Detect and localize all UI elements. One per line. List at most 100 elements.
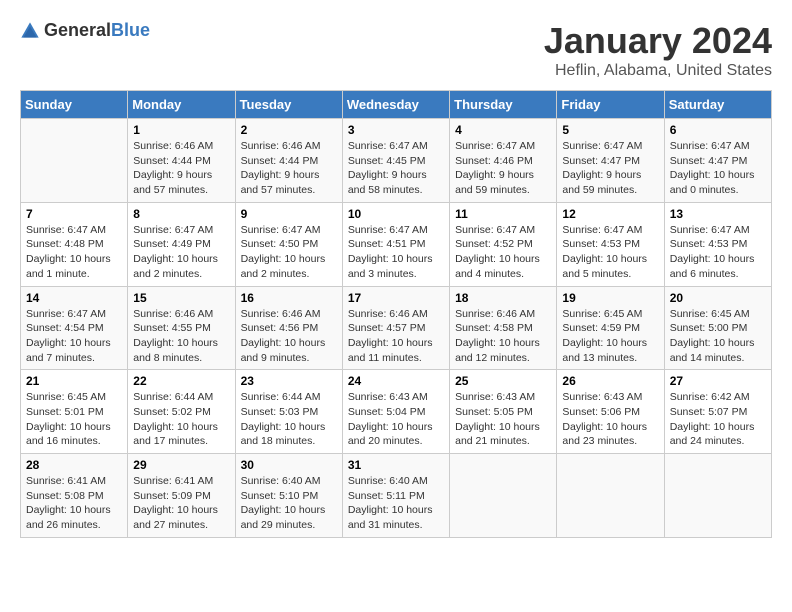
calendar-cell: 27Sunrise: 6:42 AM Sunset: 5:07 PM Dayli…: [664, 370, 771, 454]
calendar-cell: 4 Sunrise: 6:47 AM Sunset: 4:46 PM Daylig…: [450, 119, 557, 203]
day-number: 30: [241, 458, 337, 472]
day-number: 31: [348, 458, 444, 472]
calendar-cell: 7 Sunrise: 6:47 AM Sunset: 4:48 PM Daylig…: [21, 202, 128, 286]
day-number: 15: [133, 291, 229, 305]
day-info: Sunrise: 6:46 AM Sunset: 4:55 PM Dayligh…: [133, 307, 229, 366]
day-number: 8: [133, 207, 229, 221]
day-number: 7: [26, 207, 122, 221]
day-number: 10: [348, 207, 444, 221]
day-info: Sunrise: 6:47 AM Sunset: 4:52 PM Dayligh…: [455, 223, 551, 282]
day-number: 11: [455, 207, 551, 221]
logo-general: General: [44, 20, 111, 40]
day-number: 17: [348, 291, 444, 305]
day-info: Sunrise: 6:45 AM Sunset: 4:59 PM Dayligh…: [562, 307, 658, 366]
day-info: Sunrise: 6:46 AM Sunset: 4:56 PM Dayligh…: [241, 307, 337, 366]
day-info: Sunrise: 6:47 AM Sunset: 4:47 PM Dayligh…: [670, 139, 766, 198]
day-info: Sunrise: 6:47 AM Sunset: 4:54 PM Dayligh…: [26, 307, 122, 366]
day-number: 16: [241, 291, 337, 305]
day-info: Sunrise: 6:45 AM Sunset: 5:00 PM Dayligh…: [670, 307, 766, 366]
calendar-cell: 13 Sunrise: 6:47 AM Sunset: 4:53 PM Dayli…: [664, 202, 771, 286]
calendar-cell: 21 Sunrise: 6:45 AM Sunset: 5:01 PM Dayli…: [21, 370, 128, 454]
calendar-cell: 1Sunrise: 6:46 AM Sunset: 4:44 PM Daylig…: [128, 119, 235, 203]
calendar-cell: 24Sunrise: 6:43 AM Sunset: 5:04 PM Dayli…: [342, 370, 449, 454]
day-number: 19: [562, 291, 658, 305]
day-info: Sunrise: 6:46 AM Sunset: 4:44 PM Dayligh…: [133, 139, 229, 198]
day-info: Sunrise: 6:47 AM Sunset: 4:46 PM Dayligh…: [455, 139, 551, 198]
calendar-cell: 28 Sunrise: 6:41 AM Sunset: 5:08 PM Dayli…: [21, 454, 128, 538]
calendar-cell: 15 Sunrise: 6:46 AM Sunset: 4:55 PM Dayli…: [128, 286, 235, 370]
calendar-table: SundayMondayTuesdayWednesdayThursdayFrid…: [20, 90, 772, 538]
calendar-cell: 5 Sunrise: 6:47 AM Sunset: 4:47 PM Daylig…: [557, 119, 664, 203]
calendar-header-row: SundayMondayTuesdayWednesdayThursdayFrid…: [21, 91, 772, 119]
day-number: 23: [241, 374, 337, 388]
day-info: Sunrise: 6:43 AM Sunset: 5:05 PM Dayligh…: [455, 390, 551, 449]
calendar-cell: [21, 119, 128, 203]
calendar-cell: 9Sunrise: 6:47 AM Sunset: 4:50 PM Daylig…: [235, 202, 342, 286]
day-of-week-header: Saturday: [664, 91, 771, 119]
day-number: 26: [562, 374, 658, 388]
calendar-cell: 20 Sunrise: 6:45 AM Sunset: 5:00 PM Dayli…: [664, 286, 771, 370]
calendar-cell: [557, 454, 664, 538]
day-info: Sunrise: 6:46 AM Sunset: 4:58 PM Dayligh…: [455, 307, 551, 366]
calendar-cell: 29 Sunrise: 6:41 AM Sunset: 5:09 PM Dayli…: [128, 454, 235, 538]
day-number: 18: [455, 291, 551, 305]
day-info: Sunrise: 6:47 AM Sunset: 4:47 PM Dayligh…: [562, 139, 658, 198]
day-info: Sunrise: 6:47 AM Sunset: 4:48 PM Dayligh…: [26, 223, 122, 282]
day-number: 4: [455, 123, 551, 137]
day-number: 2: [241, 123, 337, 137]
calendar-cell: [450, 454, 557, 538]
day-info: Sunrise: 6:47 AM Sunset: 4:49 PM Dayligh…: [133, 223, 229, 282]
day-info: Sunrise: 6:47 AM Sunset: 4:53 PM Dayligh…: [562, 223, 658, 282]
calendar-cell: 18 Sunrise: 6:46 AM Sunset: 4:58 PM Dayli…: [450, 286, 557, 370]
day-number: 25: [455, 374, 551, 388]
day-number: 3: [348, 123, 444, 137]
calendar-cell: 10Sunrise: 6:47 AM Sunset: 4:51 PM Dayli…: [342, 202, 449, 286]
calendar-cell: 31 Sunrise: 6:40 AM Sunset: 5:11 PM Dayli…: [342, 454, 449, 538]
day-number: 24: [348, 374, 444, 388]
day-number: 9: [241, 207, 337, 221]
day-info: Sunrise: 6:40 AM Sunset: 5:11 PM Dayligh…: [348, 474, 444, 533]
day-info: Sunrise: 6:46 AM Sunset: 4:57 PM Dayligh…: [348, 307, 444, 366]
calendar-week-row: 1Sunrise: 6:46 AM Sunset: 4:44 PM Daylig…: [21, 119, 772, 203]
subtitle: Heflin, Alabama, United States: [544, 62, 772, 80]
main-title: January 2024: [544, 20, 772, 62]
day-number: 20: [670, 291, 766, 305]
day-number: 28: [26, 458, 122, 472]
calendar-cell: 12 Sunrise: 6:47 AM Sunset: 4:53 PM Dayli…: [557, 202, 664, 286]
day-of-week-header: Monday: [128, 91, 235, 119]
logo: GeneralBlue: [20, 20, 150, 41]
day-info: Sunrise: 6:46 AM Sunset: 4:44 PM Dayligh…: [241, 139, 337, 198]
calendar-cell: 23 Sunrise: 6:44 AM Sunset: 5:03 PM Dayli…: [235, 370, 342, 454]
day-info: Sunrise: 6:47 AM Sunset: 4:45 PM Dayligh…: [348, 139, 444, 198]
calendar-cell: 6 Sunrise: 6:47 AM Sunset: 4:47 PM Daylig…: [664, 119, 771, 203]
logo-icon: [20, 21, 40, 41]
calendar-cell: 3 Sunrise: 6:47 AM Sunset: 4:45 PM Daylig…: [342, 119, 449, 203]
calendar-week-row: 28 Sunrise: 6:41 AM Sunset: 5:08 PM Dayli…: [21, 454, 772, 538]
day-number: 12: [562, 207, 658, 221]
calendar-cell: 22Sunrise: 6:44 AM Sunset: 5:02 PM Dayli…: [128, 370, 235, 454]
calendar-cell: 17 Sunrise: 6:46 AM Sunset: 4:57 PM Dayli…: [342, 286, 449, 370]
day-info: Sunrise: 6:40 AM Sunset: 5:10 PM Dayligh…: [241, 474, 337, 533]
title-area: January 2024 Heflin, Alabama, United Sta…: [544, 20, 772, 80]
day-number: 6: [670, 123, 766, 137]
calendar-cell: 2 Sunrise: 6:46 AM Sunset: 4:44 PM Daylig…: [235, 119, 342, 203]
calendar-cell: 19 Sunrise: 6:45 AM Sunset: 4:59 PM Dayli…: [557, 286, 664, 370]
logo-blue: Blue: [111, 20, 150, 40]
calendar-cell: 16 Sunrise: 6:46 AM Sunset: 4:56 PM Dayli…: [235, 286, 342, 370]
day-info: Sunrise: 6:41 AM Sunset: 5:08 PM Dayligh…: [26, 474, 122, 533]
calendar-cell: 26 Sunrise: 6:43 AM Sunset: 5:06 PM Dayli…: [557, 370, 664, 454]
calendar-cell: 11 Sunrise: 6:47 AM Sunset: 4:52 PM Dayli…: [450, 202, 557, 286]
day-info: Sunrise: 6:41 AM Sunset: 5:09 PM Dayligh…: [133, 474, 229, 533]
day-info: Sunrise: 6:47 AM Sunset: 4:53 PM Dayligh…: [670, 223, 766, 282]
calendar-week-row: 21 Sunrise: 6:45 AM Sunset: 5:01 PM Dayli…: [21, 370, 772, 454]
page-header: GeneralBlue January 2024 Heflin, Alabama…: [20, 20, 772, 80]
day-number: 13: [670, 207, 766, 221]
calendar-week-row: 7 Sunrise: 6:47 AM Sunset: 4:48 PM Daylig…: [21, 202, 772, 286]
day-info: Sunrise: 6:45 AM Sunset: 5:01 PM Dayligh…: [26, 390, 122, 449]
day-info: Sunrise: 6:43 AM Sunset: 5:06 PM Dayligh…: [562, 390, 658, 449]
day-number: 22: [133, 374, 229, 388]
day-number: 21: [26, 374, 122, 388]
day-number: 5: [562, 123, 658, 137]
day-info: Sunrise: 6:44 AM Sunset: 5:03 PM Dayligh…: [241, 390, 337, 449]
day-number: 29: [133, 458, 229, 472]
